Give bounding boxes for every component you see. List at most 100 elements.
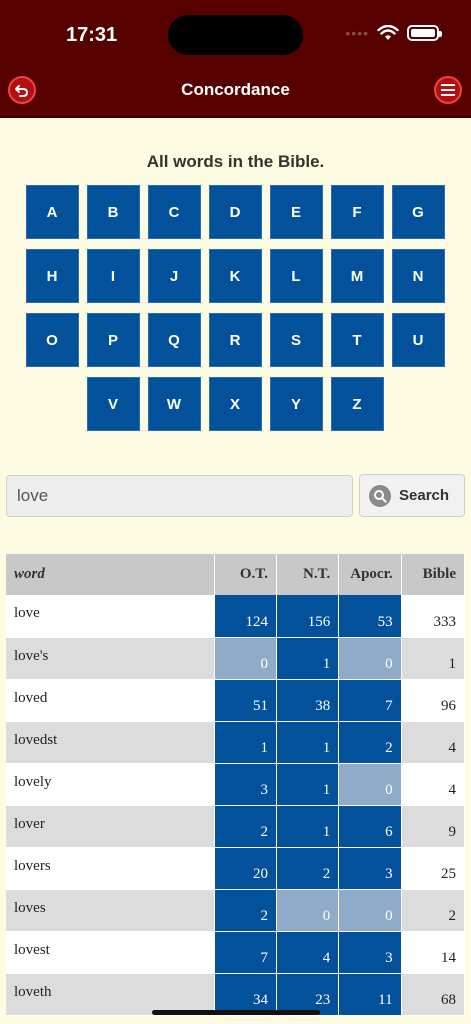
word-cell[interactable]: love's xyxy=(6,637,215,680)
apocr-count-cell: 0 xyxy=(338,637,402,680)
apocr-count-cell[interactable]: 2 xyxy=(338,721,402,764)
column-header-apocr[interactable]: Apocr. xyxy=(338,554,402,595)
ot-count-cell[interactable]: 7 xyxy=(214,931,277,974)
letter-button-o[interactable]: O xyxy=(25,313,79,367)
nt-count-cell[interactable]: 1 xyxy=(276,763,340,806)
letter-button-h[interactable]: H xyxy=(25,249,79,303)
word-cell[interactable]: lovely xyxy=(6,763,215,806)
apocr-count-cell[interactable]: 53 xyxy=(338,595,402,638)
nt-count-cell[interactable]: 23 xyxy=(276,973,340,1016)
wifi-icon xyxy=(377,25,399,40)
column-header-word[interactable]: word xyxy=(6,554,215,595)
ot-count-cell[interactable]: 3 xyxy=(214,763,277,806)
ot-count-cell[interactable]: 124 xyxy=(214,595,277,638)
letter-button-z[interactable]: Z xyxy=(330,377,384,431)
apocr-count-cell[interactable]: 11 xyxy=(338,973,402,1016)
ot-count-cell[interactable]: 20 xyxy=(214,847,277,890)
table-row[interactable]: loveth 34 23 11 68 xyxy=(6,973,466,1016)
home-indicator[interactable] xyxy=(152,1010,320,1015)
ot-count-cell[interactable]: 51 xyxy=(214,679,277,722)
letter-button-x[interactable]: X xyxy=(208,377,262,431)
table-row[interactable]: loved 51 38 7 96 xyxy=(6,679,466,722)
ot-count-cell[interactable]: 2 xyxy=(214,805,277,848)
word-cell[interactable]: loveth xyxy=(6,973,215,1016)
letter-button-u[interactable]: U xyxy=(391,313,445,367)
apocr-count-cell[interactable]: 3 xyxy=(338,931,402,974)
table-header-row: word O.T. N.T. Apocr. Bible xyxy=(6,554,466,595)
letter-button-c[interactable]: C xyxy=(147,185,201,239)
bible-total-cell: 4 xyxy=(401,721,466,764)
nt-count-cell[interactable]: 4 xyxy=(276,931,340,974)
table-row[interactable]: love 124 156 53 333 xyxy=(6,595,466,638)
nt-count-cell[interactable]: 38 xyxy=(276,679,340,722)
letter-button-l[interactable]: L xyxy=(269,249,323,303)
letter-button-b[interactable]: B xyxy=(86,185,140,239)
letter-button-i[interactable]: I xyxy=(86,249,140,303)
table-row[interactable]: lovely 3 1 0 4 xyxy=(6,763,466,806)
table-row[interactable]: loves 2 0 0 2 xyxy=(6,889,466,932)
ot-count-cell[interactable]: 1 xyxy=(214,721,277,764)
alphabet-row: A B C D E F G xyxy=(25,185,445,239)
letter-button-n[interactable]: N xyxy=(391,249,445,303)
bible-total-cell: 96 xyxy=(401,679,466,722)
letter-button-j[interactable]: J xyxy=(147,249,201,303)
letter-button-t[interactable]: T xyxy=(330,313,384,367)
search-button-label: Search xyxy=(399,487,450,504)
menu-button[interactable] xyxy=(434,76,462,104)
bible-total-cell: 9 xyxy=(401,805,466,848)
column-header-nt[interactable]: N.T. xyxy=(276,554,340,595)
bible-total-cell: 25 xyxy=(401,847,466,890)
word-cell[interactable]: loved xyxy=(6,679,215,722)
bible-total-cell: 333 xyxy=(401,595,466,638)
letter-button-q[interactable]: Q xyxy=(147,313,201,367)
apocr-count-cell[interactable]: 7 xyxy=(338,679,402,722)
word-cell[interactable]: lover xyxy=(6,805,215,848)
letter-button-d[interactable]: D xyxy=(208,185,262,239)
letter-button-k[interactable]: K xyxy=(208,249,262,303)
letter-button-v[interactable]: V xyxy=(86,377,140,431)
column-header-ot[interactable]: O.T. xyxy=(214,554,277,595)
concordance-subtitle: All words in the Bible. xyxy=(146,152,325,171)
apocr-count-cell[interactable]: 6 xyxy=(338,805,402,848)
letter-button-s[interactable]: S xyxy=(269,313,323,367)
bible-total-cell: 68 xyxy=(401,973,466,1016)
nt-count-cell[interactable]: 1 xyxy=(276,721,340,764)
letter-button-m[interactable]: M xyxy=(330,249,384,303)
ot-count-cell[interactable]: 34 xyxy=(214,973,277,1016)
word-cell[interactable]: loves xyxy=(6,889,215,932)
word-cell[interactable]: lovest xyxy=(6,931,215,974)
nt-count-cell[interactable]: 2 xyxy=(276,847,340,890)
letter-button-p[interactable]: P xyxy=(86,313,140,367)
nt-count-cell[interactable]: 1 xyxy=(276,637,340,680)
ot-count-cell: 0 xyxy=(214,637,277,680)
status-time: 17:31 xyxy=(66,24,118,46)
word-cell[interactable]: lovedst xyxy=(6,721,215,764)
word-cell[interactable]: love xyxy=(6,595,215,638)
search-button[interactable]: Search xyxy=(359,474,465,517)
table-row[interactable]: lovest 7 4 3 14 xyxy=(6,931,466,974)
cellular-signal-icon: •••• xyxy=(345,25,369,41)
table-row[interactable]: lovers 20 2 3 25 xyxy=(6,847,466,890)
letter-button-f[interactable]: F xyxy=(330,185,384,239)
dynamic-island xyxy=(168,15,303,55)
letter-button-y[interactable]: Y xyxy=(269,377,323,431)
alphabet-row: O P Q R S T U xyxy=(25,313,445,367)
magnifier-icon xyxy=(369,484,391,507)
table-row[interactable]: lovedst 1 1 2 4 xyxy=(6,721,466,764)
word-cell[interactable]: lovers xyxy=(6,847,215,890)
alphabet-row: H I J K L M N xyxy=(25,249,445,303)
apocr-count-cell[interactable]: 3 xyxy=(338,847,402,890)
nt-count-cell[interactable]: 1 xyxy=(276,805,340,848)
letter-button-w[interactable]: W xyxy=(147,377,201,431)
table-row[interactable]: lover 2 1 6 9 xyxy=(6,805,466,848)
table-row[interactable]: love's 0 1 0 1 xyxy=(6,637,466,680)
letter-button-e[interactable]: E xyxy=(269,185,323,239)
letter-button-r[interactable]: R xyxy=(208,313,262,367)
search-input[interactable] xyxy=(6,475,353,517)
nt-count-cell[interactable]: 156 xyxy=(276,595,340,638)
letter-button-g[interactable]: G xyxy=(391,185,445,239)
letter-button-a[interactable]: A xyxy=(25,185,79,239)
column-header-bible[interactable]: Bible xyxy=(401,554,466,595)
ot-count-cell[interactable]: 2 xyxy=(214,889,277,932)
page-title: Concordance xyxy=(181,80,290,99)
